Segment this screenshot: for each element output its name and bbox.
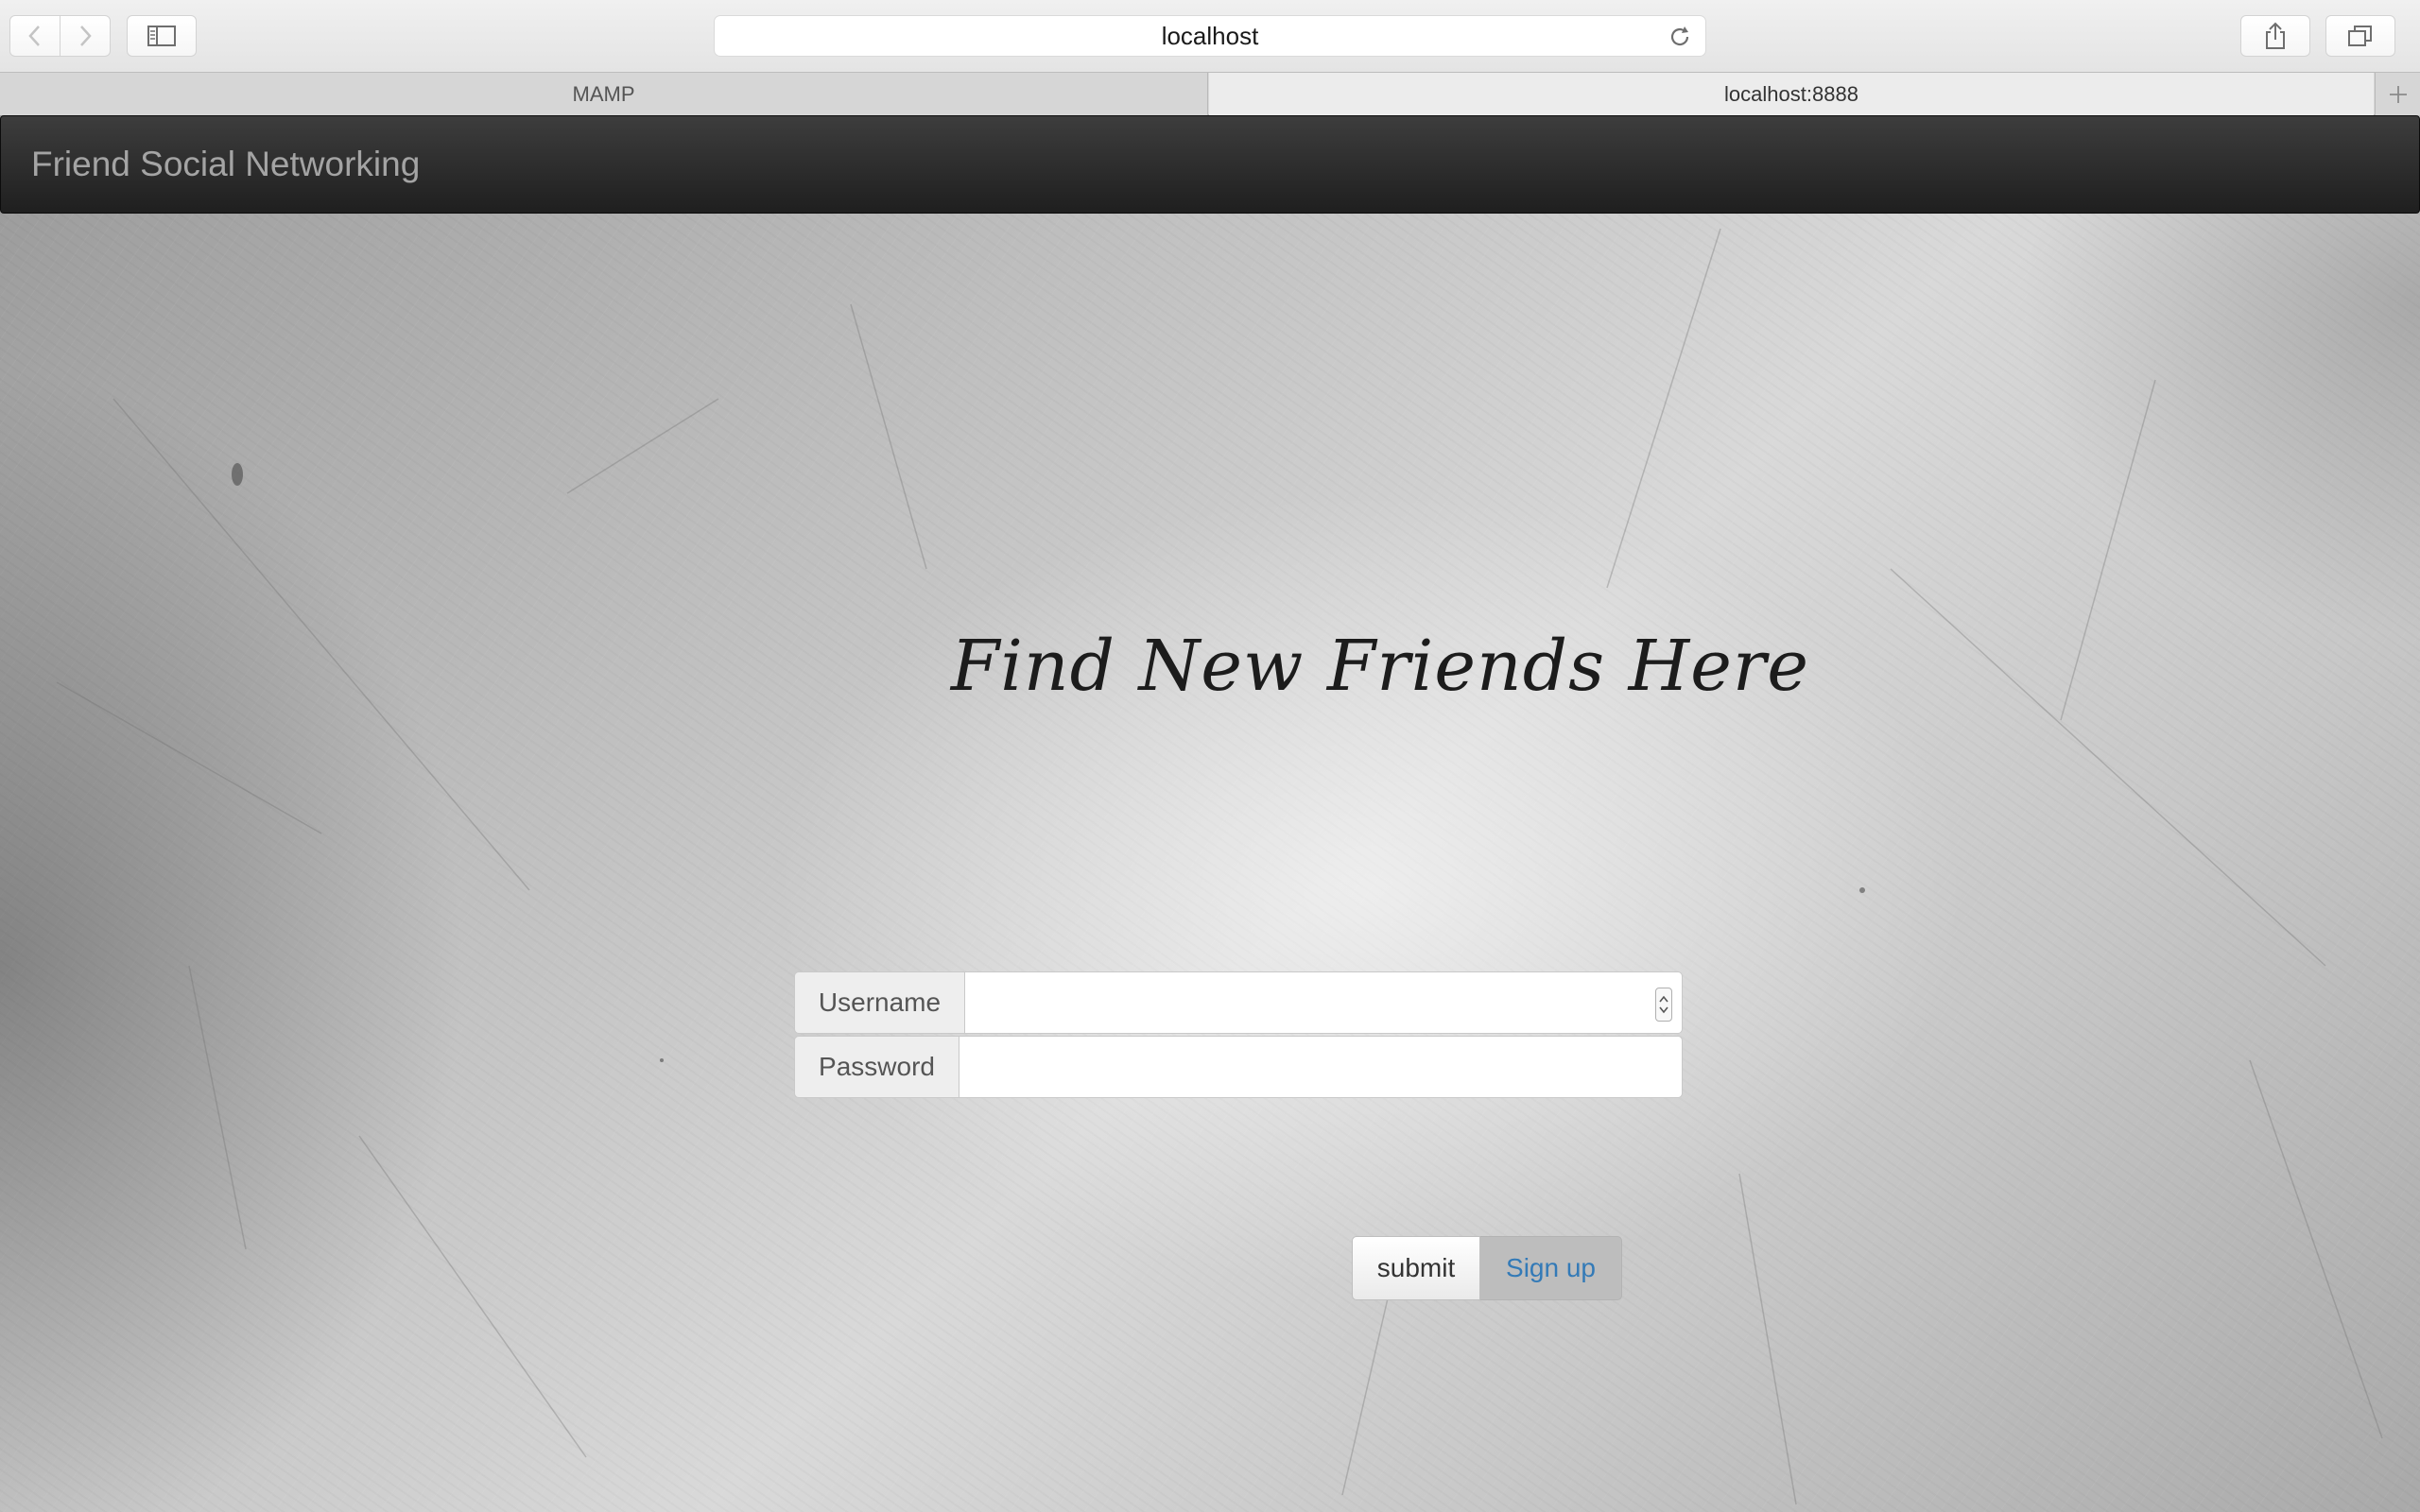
reload-icon[interactable] — [1668, 25, 1692, 49]
sidebar-icon — [147, 26, 176, 46]
forward-button[interactable] — [60, 15, 111, 57]
tab-bar: MAMP localhost:8888 — [0, 72, 2420, 115]
back-button[interactable] — [9, 15, 60, 57]
password-label: Password — [794, 1036, 959, 1098]
username-label: Username — [794, 971, 964, 1034]
address-text: localhost — [1161, 21, 1259, 50]
autofill-stepper[interactable] — [1655, 988, 1672, 1022]
scratched-texture — [56, 228, 2383, 1505]
tabs-overview-icon — [2348, 26, 2372, 46]
share-icon — [2266, 22, 2285, 49]
sidebar-button[interactable] — [127, 15, 197, 57]
plus-icon — [2389, 85, 2407, 103]
submit-button[interactable]: submit — [1352, 1236, 1480, 1300]
page-headline: Find New Friends Here — [950, 626, 1810, 707]
chevron-left-icon — [28, 26, 40, 46]
tabs-overview-button[interactable] — [2325, 15, 2395, 57]
navbar-brand[interactable]: Friend Social Networking — [31, 145, 420, 184]
chevron-up-down-icon — [1659, 995, 1668, 1014]
form-buttons: submit Sign up — [1352, 1236, 1622, 1300]
navbar: Friend Social Networking — [0, 115, 2420, 214]
username-group: Username — [794, 971, 1683, 1034]
username-input[interactable] — [964, 971, 1683, 1034]
tab-localhost[interactable]: localhost:8888 — [1209, 73, 2374, 115]
address-bar[interactable]: localhost — [714, 15, 1706, 57]
share-button[interactable] — [2240, 15, 2310, 57]
signup-button[interactable]: Sign up — [1480, 1236, 1622, 1300]
password-input[interactable] — [959, 1036, 1683, 1098]
web-page: Friend Social Networking Find New Friend… — [0, 115, 2420, 1512]
new-tab-button[interactable] — [2375, 73, 2420, 115]
password-group: Password — [794, 1036, 1683, 1098]
browser-toolbar: localhost — [0, 0, 2420, 72]
tab-mamp[interactable]: MAMP — [0, 73, 1208, 115]
chevron-right-icon — [80, 26, 92, 46]
